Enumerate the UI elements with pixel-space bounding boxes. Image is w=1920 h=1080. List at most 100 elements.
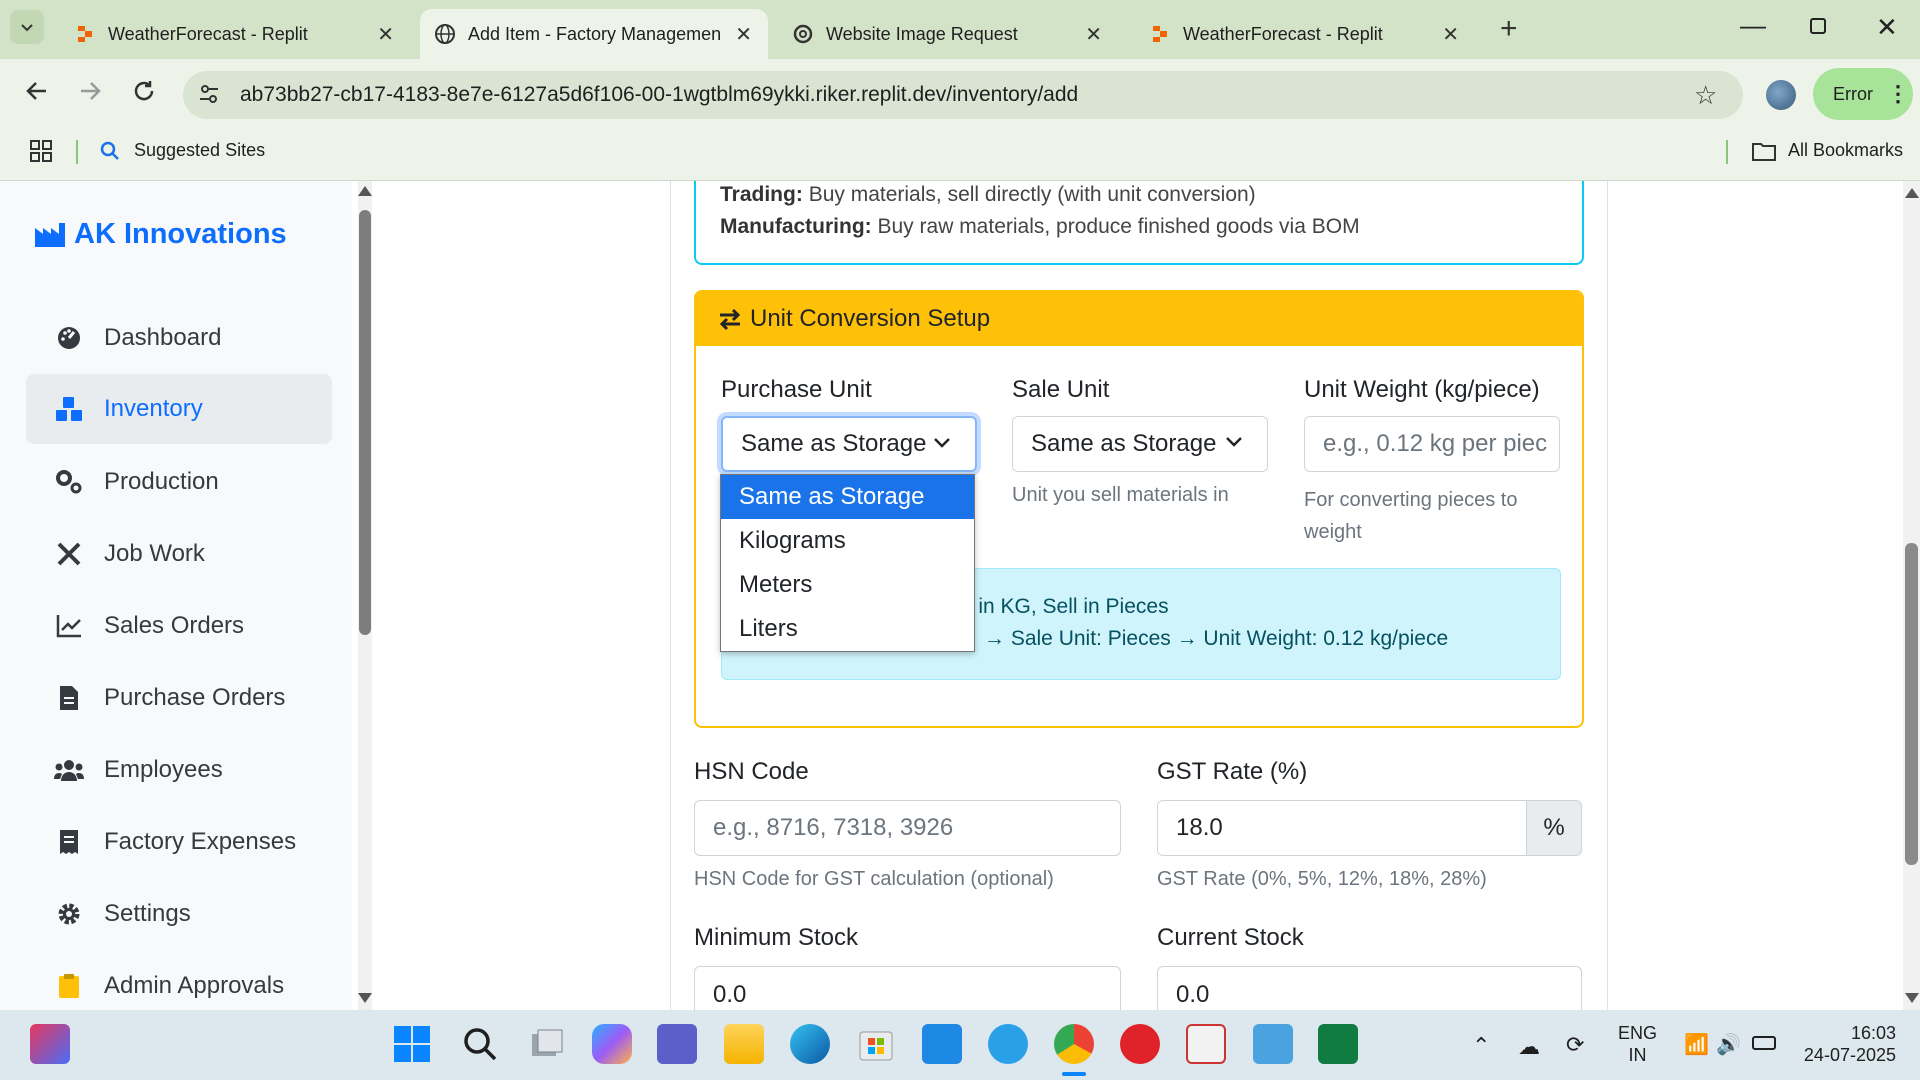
reload-button[interactable] xyxy=(131,78,157,111)
gst-input[interactable]: 18.0 xyxy=(1157,800,1527,856)
hsn-label: HSN Code xyxy=(694,758,809,785)
alert-line-1: s in KG, Sell in Pieces xyxy=(962,595,1169,618)
clipboard-check-icon xyxy=(54,972,84,1000)
show-hidden-icons-icon[interactable]: ⌃ xyxy=(1472,1033,1490,1059)
edge-icon[interactable] xyxy=(790,1024,830,1064)
help-icon[interactable] xyxy=(988,1024,1028,1064)
volume-icon[interactable]: 🔊 xyxy=(1716,1032,1741,1057)
dropdown-option[interactable]: Meters xyxy=(721,563,974,607)
language-indicator[interactable]: ENG IN xyxy=(1618,1022,1657,1066)
widgets-icon[interactable] xyxy=(30,1024,70,1064)
myhp-icon[interactable] xyxy=(922,1024,962,1064)
gst-help: GST Rate (0%, 5%, 12%, 18%, 28%) xyxy=(1157,868,1487,890)
sidebar-item-sales-orders[interactable]: Sales Orders xyxy=(26,591,332,661)
tab-weatherforecast-1[interactable]: WeatherForecast - Replit ✕ xyxy=(60,9,410,59)
sidebar-item-inventory[interactable]: Inventory xyxy=(26,374,332,444)
brand-link[interactable]: AK Innovations xyxy=(34,218,287,251)
sidebar-item-production[interactable]: Production xyxy=(26,447,332,517)
scroll-up-arrow[interactable] xyxy=(1905,188,1919,198)
windows-start-icon[interactable] xyxy=(392,1024,432,1064)
bookmarks-bar xyxy=(0,129,1920,181)
unit-weight-input[interactable]: e.g., 0.12 kg per piec xyxy=(1304,416,1560,472)
sidebar-item-dashboard[interactable]: Dashboard xyxy=(26,303,332,373)
purchase-unit-label: Purchase Unit xyxy=(721,376,872,403)
scroll-down-arrow[interactable] xyxy=(1905,993,1919,1003)
min-stock-input[interactable]: 0.0 xyxy=(694,966,1121,1010)
openai-icon xyxy=(793,24,813,44)
restore-button[interactable] xyxy=(1810,18,1826,34)
tab-add-item[interactable]: Add Item - Factory Managemen ✕ xyxy=(420,9,768,59)
battery-icon[interactable] xyxy=(1752,1036,1776,1050)
gst-label: GST Rate (%) xyxy=(1157,758,1308,785)
sync-icon[interactable]: ⟳ xyxy=(1566,1032,1584,1058)
industry-icon xyxy=(35,222,65,247)
cogs-icon xyxy=(54,468,84,496)
chrome-icon[interactable] xyxy=(1054,1024,1094,1064)
apps-grid-icon[interactable] xyxy=(30,140,52,167)
tab-title: Website Image Request xyxy=(826,23,1018,44)
sidebar-item-job-work[interactable]: Job Work xyxy=(26,519,332,589)
close-window-button[interactable]: ✕ xyxy=(1876,12,1898,43)
opera-icon[interactable] xyxy=(1120,1024,1160,1064)
excel-icon[interactable] xyxy=(1318,1024,1358,1064)
dropdown-option[interactable]: Kilograms xyxy=(721,519,974,563)
current-stock-input[interactable]: 0.0 xyxy=(1157,966,1582,1010)
dropdown-option[interactable]: Liters xyxy=(721,607,974,651)
scroll-up-arrow[interactable] xyxy=(358,186,372,196)
sidebar-scroll-thumb[interactable] xyxy=(359,210,371,635)
trading-label: Trading: xyxy=(720,183,803,206)
sidebar-item-factory-expenses[interactable]: Factory Expenses xyxy=(26,807,332,877)
ms-store-icon[interactable] xyxy=(856,1024,896,1064)
arrow-right-icon xyxy=(81,82,101,100)
forward-button[interactable] xyxy=(77,78,103,111)
tab-weatherforecast-2[interactable]: WeatherForecast - Replit ✕ xyxy=(1135,9,1475,59)
receipt-icon xyxy=(54,828,84,856)
teams-icon[interactable] xyxy=(657,1024,697,1064)
suggested-sites-link[interactable]: Suggested Sites xyxy=(100,140,265,161)
clock[interactable]: 16:03 24-07-2025 xyxy=(1800,1022,1896,1066)
sidebar-item-purchase-orders[interactable]: Purchase Orders xyxy=(26,663,332,733)
tab-title: Add Item - Factory Managemen xyxy=(468,23,722,44)
manufacturing-info: Manufacturing: Buy raw materials, produc… xyxy=(720,215,1360,239)
sidebar-item-employees[interactable]: Employees xyxy=(26,735,332,805)
notepad-icon[interactable] xyxy=(1253,1024,1293,1064)
close-tab-icon[interactable]: ✕ xyxy=(377,22,394,47)
globe-icon xyxy=(435,24,455,44)
url-text: ab73bb27-cb17-4183-8e7e-6127a5d6f106-00-… xyxy=(240,83,1079,106)
error-button[interactable]: Error ⋮ xyxy=(1813,68,1913,120)
unit-weight-placeholder: e.g., 0.12 kg per piec xyxy=(1323,430,1548,457)
sale-unit-select[interactable]: Same as Storage xyxy=(1012,416,1268,472)
gst-value: 18.0 xyxy=(1176,814,1223,841)
tab-website-image-request[interactable]: Website Image Request ✕ xyxy=(778,9,1118,59)
close-tab-icon[interactable]: ✕ xyxy=(1442,22,1459,47)
scroll-down-arrow[interactable] xyxy=(358,993,372,1003)
tab-search-button[interactable] xyxy=(10,10,44,44)
file-explorer-icon[interactable] xyxy=(724,1024,764,1064)
new-tab-button[interactable]: + xyxy=(1500,12,1518,46)
copilot-icon[interactable] xyxy=(592,1024,632,1064)
page-scroll-thumb[interactable] xyxy=(1905,543,1918,865)
onedrive-icon[interactable]: ☁ xyxy=(1518,1034,1540,1060)
purchase-unit-dropdown[interactable]: Same as Storage Kilograms Meters Liters xyxy=(720,474,975,652)
sidebar-item-settings[interactable]: Settings xyxy=(26,879,332,949)
avatar[interactable] xyxy=(1766,80,1796,110)
minimize-button[interactable]: — xyxy=(1740,10,1766,41)
gst-suffix-addon: % xyxy=(1526,800,1582,856)
site-info-icon[interactable] xyxy=(198,83,220,110)
snipping-tool-icon[interactable] xyxy=(1186,1024,1226,1064)
task-view-icon[interactable] xyxy=(526,1024,566,1064)
wifi-icon[interactable]: 📶 xyxy=(1684,1032,1709,1057)
close-tab-icon[interactable]: ✕ xyxy=(1085,22,1102,47)
close-tab-icon[interactable]: ✕ xyxy=(735,22,752,47)
sidebar-item-label: Employees xyxy=(104,756,223,783)
all-bookmarks-link[interactable]: All Bookmarks xyxy=(1752,140,1903,161)
bookmark-star-icon[interactable]: ☆ xyxy=(1694,80,1717,111)
sale-unit-help: Unit you sell materials in xyxy=(1012,484,1229,506)
back-button[interactable] xyxy=(24,78,50,111)
dropdown-option[interactable]: Same as Storage xyxy=(721,475,974,519)
tools-icon xyxy=(54,540,84,568)
hsn-input[interactable]: e.g., 8716, 7318, 3926 xyxy=(694,800,1121,856)
unit-conversion-header: Unit Conversion Setup xyxy=(696,292,1582,346)
purchase-unit-select[interactable]: Same as Storage xyxy=(721,416,977,472)
search-icon[interactable] xyxy=(460,1024,500,1064)
